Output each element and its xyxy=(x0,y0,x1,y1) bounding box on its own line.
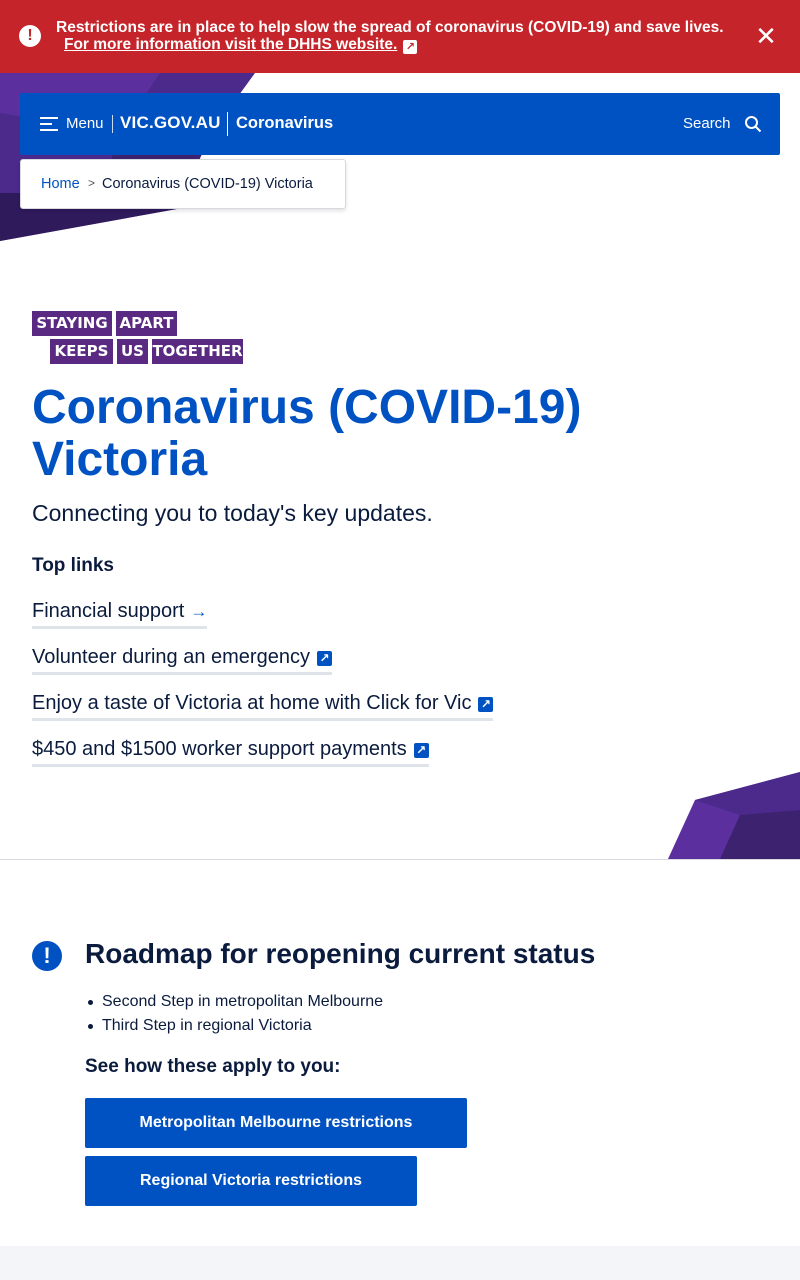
section-divider xyxy=(0,859,800,860)
exclamation-icon: ! xyxy=(19,25,41,47)
decorative-shape xyxy=(668,772,800,859)
alert-message-text: Restrictions are in place to help slow t… xyxy=(56,19,724,36)
breadcrumb-home-link[interactable]: Home xyxy=(41,176,80,192)
top-link-worker-support[interactable]: $450 and $1500 worker support payments ↗ xyxy=(32,738,429,767)
site-header: Menu VIC.GOV.AU Coronavirus Search xyxy=(20,93,780,155)
breadcrumb-separator: > xyxy=(88,176,96,190)
alert-message: Restrictions are in place to help slow t… xyxy=(56,19,736,54)
logo-word: US xyxy=(117,339,148,364)
dhhs-website-link[interactable]: For more information visit the DHHS webs… xyxy=(64,36,418,54)
apply-heading: See how these apply to you: xyxy=(85,1056,341,1077)
logo-word: KEEPS xyxy=(50,339,113,364)
top-links-heading: Top links xyxy=(32,555,114,576)
close-icon[interactable]: ✕ xyxy=(752,22,780,50)
external-link-icon: ↗ xyxy=(413,743,429,758)
logo-word: TOGETHER xyxy=(152,339,243,364)
page-title: Coronavirus (COVID-19) Victoria xyxy=(32,381,582,486)
exclamation-icon: ! xyxy=(32,941,62,971)
search-icon[interactable] xyxy=(744,115,762,133)
alert-banner: ! Restrictions are in place to help slow… xyxy=(0,0,800,73)
top-link-volunteer[interactable]: Volunteer during an emergency ↗ xyxy=(32,646,332,675)
top-link-click-for-vic[interactable]: Enjoy a taste of Victoria at home with C… xyxy=(32,692,494,721)
external-link-icon: ↗ xyxy=(478,697,494,712)
roadmap-title: Roadmap for reopening current status xyxy=(85,938,596,969)
next-section-band xyxy=(0,1246,800,1280)
breadcrumb: Home > Coronavirus (COVID-19) Victoria xyxy=(20,159,346,209)
vic-gov-logo[interactable]: VIC.GOV.AU xyxy=(120,113,221,133)
menu-button[interactable]: Menu xyxy=(66,115,104,132)
list-item: Second Step in metropolitan Melbourne xyxy=(87,991,383,1015)
logo-word: STAYING xyxy=(32,311,112,336)
site-name[interactable]: Coronavirus xyxy=(236,114,333,133)
search-button[interactable]: Search xyxy=(683,115,731,132)
regional-victoria-restrictions-button[interactable]: Regional Victoria restrictions xyxy=(85,1156,417,1206)
staying-apart-logo: STAYING APART KEEPS US TOGETHER xyxy=(32,311,244,365)
arrow-right-icon: → xyxy=(190,602,208,621)
status-list: Second Step in metropolitan Melbourne Th… xyxy=(87,991,383,1039)
logo-word: APART xyxy=(116,311,177,336)
breadcrumb-current: Coronavirus (COVID-19) Victoria xyxy=(102,176,313,192)
list-item: Third Step in regional Victoria xyxy=(87,1015,383,1039)
external-link-icon: ↗ xyxy=(403,40,418,54)
divider xyxy=(112,115,113,133)
top-link-financial-support[interactable]: Financial support → xyxy=(32,600,208,629)
metro-melbourne-restrictions-button[interactable]: Metropolitan Melbourne restrictions xyxy=(85,1098,467,1148)
menu-icon[interactable] xyxy=(40,117,58,131)
page-intro: Connecting you to today's key updates. xyxy=(32,500,433,526)
external-link-icon: ↗ xyxy=(316,651,332,666)
divider xyxy=(227,112,228,136)
